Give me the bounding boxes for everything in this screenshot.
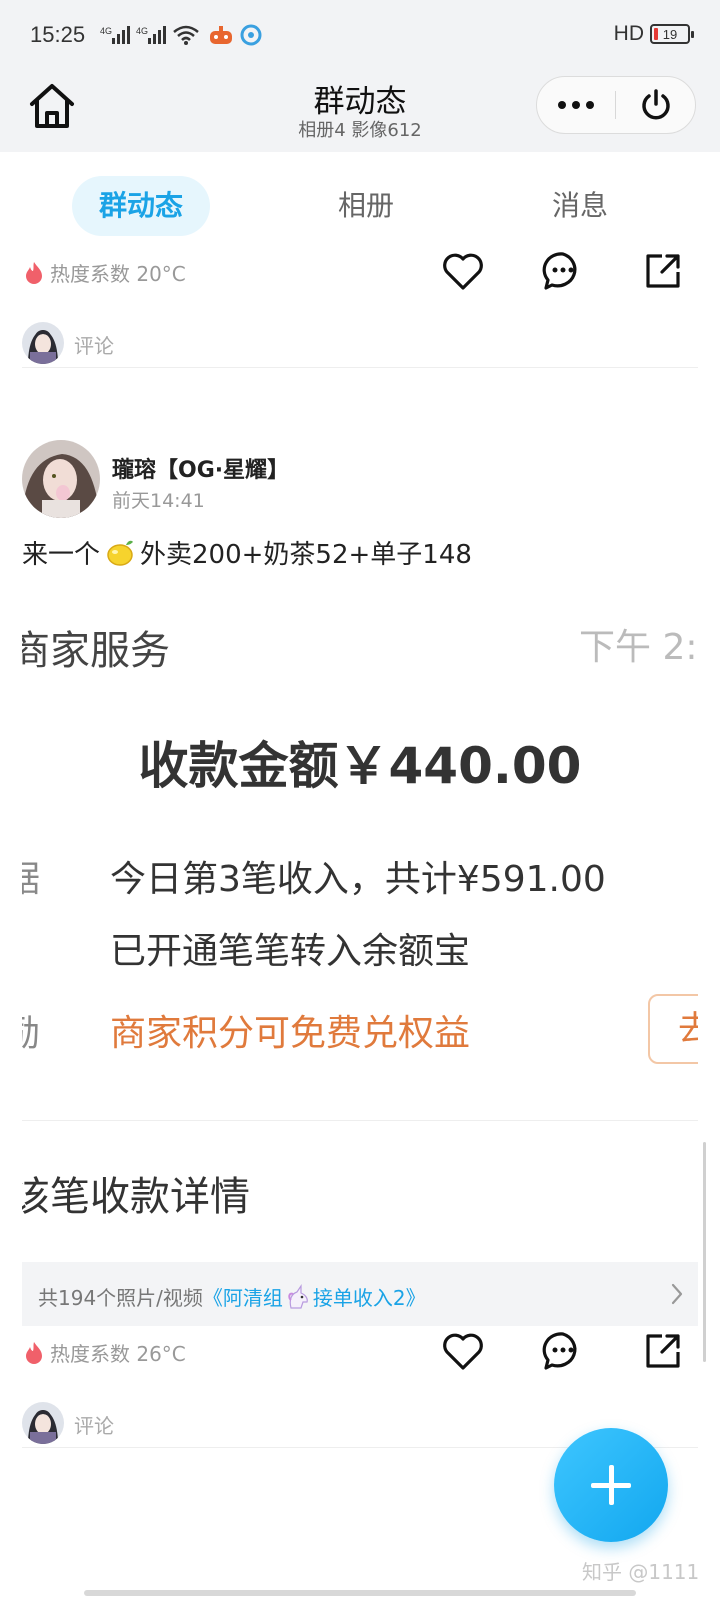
mini-program-capsule [536,76,696,134]
post-text-start: 来一个 [22,540,101,570]
like-heart-icon[interactable] [440,1328,486,1374]
wifi-icon [173,25,199,45]
signal-4g-icon: 4G [136,26,166,44]
flame-icon [26,261,42,284]
receipt-go-button: 去 [648,994,698,1064]
album-name-start: 《阿清组 [202,1286,283,1310]
more-dots-icon [558,101,594,109]
tab-albums[interactable]: 相册 [306,176,426,236]
heat-text: 热度系数 26°C [50,1342,186,1366]
share-icon[interactable] [640,1328,686,1374]
comment-placeholder: 评论 [74,334,114,358]
receipt-time: 下午 2: [579,627,698,668]
battery-icon: 19 [650,24,694,44]
comment-row[interactable]: 评论 [22,320,698,368]
browser-notification-icon [240,24,262,46]
receipt-detail: 该笔收款详情 [22,1174,250,1220]
heat-indicator: 热度系数 20°C [24,258,186,287]
hd-label: HD [613,22,644,45]
post-text-end: 外卖200+奶茶52+单子148 [140,540,472,570]
receipt-row-value: 今日第3笔收入，共计¥591.00 [110,859,606,900]
lemon-emoji-icon [107,540,134,566]
scrollbar[interactable] [703,1142,706,1362]
album-info: 共194个照片/视频 《阿清组 接单收入2》 [38,1282,426,1311]
receipt-row-value: 已开通笔笔转入余额宝 [110,931,471,972]
post-image-receipt[interactable]: 商家服务 下午 2: 收款金额￥440.00 据 今日第3笔收入，共计¥591.… [22,590,698,1255]
post-text: 来一个 外卖200+奶茶52+单子148 [22,534,472,571]
receipt-merchant: 商家服务 [22,628,170,674]
receipt-amount: 收款金额￥440.00 [138,737,582,795]
receipt-row-value: 商家积分可免费兑权益 [110,1013,471,1054]
svg-text:4G: 4G [100,26,112,36]
share-icon[interactable] [640,248,686,294]
post-time: 前天14:41 [112,490,205,512]
flame-icon [26,1341,42,1364]
title-bar: 群动态 相册4 影像612 [0,70,720,152]
album-link-bar[interactable]: 共194个照片/视频 《阿清组 接单收入2》 [22,1262,698,1326]
status-bar: 15:25 4G 4G HD 19 [0,0,720,70]
comment-bubble-icon[interactable] [540,1328,586,1374]
heat-indicator: 热度系数 26°C [24,1338,186,1367]
receipt-row-label: 据 [22,859,41,900]
app-notification-icon [210,26,232,44]
chevron-right-icon [671,1283,683,1305]
tab-group-feed[interactable]: 群动态 [72,176,210,236]
more-button[interactable] [537,77,615,133]
album-name-end: 接单收入2》 [312,1286,426,1310]
comment-bubble-icon[interactable] [540,248,586,294]
close-button[interactable] [617,77,695,133]
battery-level: 19 [662,26,678,42]
tab-messages[interactable]: 消息 [520,176,640,236]
status-time: 15:25 [30,22,86,47]
home-indicator [84,1590,636,1596]
capsule-divider [615,91,616,119]
like-heart-icon[interactable] [440,248,486,294]
tab-bar: 群动态 相册 消息 [0,152,720,242]
album-count: 共194个照片/视频 [38,1286,203,1310]
add-post-button[interactable] [554,1428,668,1542]
comment-placeholder: 评论 [74,1414,114,1438]
receipt-divider [22,1120,698,1121]
author-name[interactable]: 瓏瑢【OG·星耀】 [112,452,289,484]
status-right: HD 19 [613,22,694,46]
power-icon [642,89,670,120]
signal-4g-icon: 4G [100,26,130,44]
watermark: 知乎 @1111 [582,1560,700,1584]
svg-text:4G: 4G [136,26,148,36]
author-avatar[interactable] [22,440,100,518]
album-link[interactable]: 《阿清组 接单收入2》 [203,1282,426,1311]
user-avatar [22,322,64,364]
unicorn-emoji-icon [288,1283,308,1309]
receipt-row-label: 励 [22,1013,41,1054]
user-avatar [22,1402,64,1444]
heat-text: 热度系数 20°C [50,262,186,286]
